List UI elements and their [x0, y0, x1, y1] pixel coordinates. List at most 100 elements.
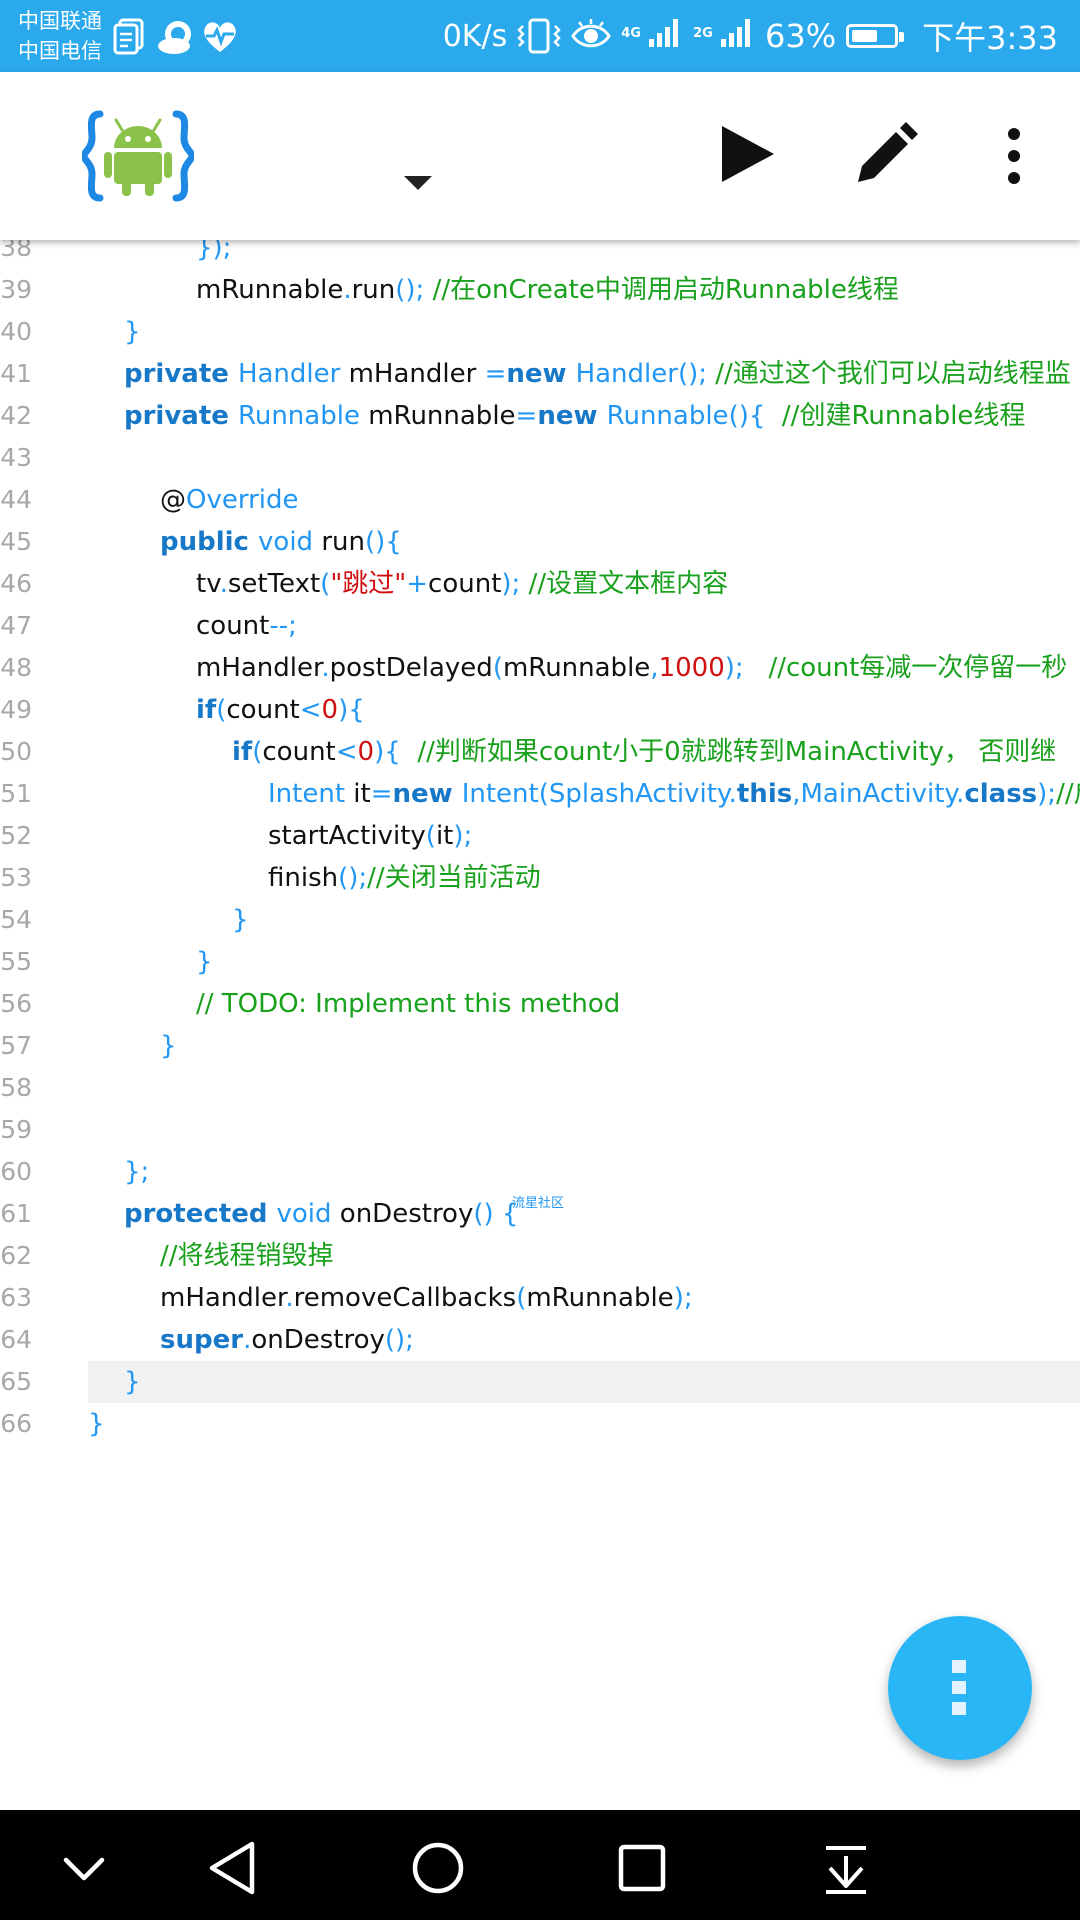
code-line[interactable]: 41 private Handler mHandler =new Handler(…	[0, 353, 1080, 395]
dropdown-triangle-icon[interactable]	[400, 170, 436, 194]
net-type-2: 2G	[693, 26, 713, 41]
code-token: .	[343, 275, 352, 305]
code-token: if	[196, 695, 217, 725]
code-line[interactable]: 66}	[0, 1403, 1080, 1445]
code-token: removeCallbacks	[293, 1283, 517, 1313]
code-token: mHandler	[160, 1283, 286, 1313]
code-token: }	[88, 1409, 105, 1439]
line-code: }	[196, 941, 213, 983]
code-token: Override	[186, 485, 299, 515]
code-line[interactable]: 38});	[0, 240, 1080, 269]
code-token: (	[425, 821, 436, 851]
code-line[interactable]: 52 startActivity(it);	[0, 815, 1080, 857]
code-line[interactable]: 42 private Runnable mRunnable=new Runnabl…	[0, 395, 1080, 437]
chevron-down-icon[interactable]	[54, 1838, 114, 1898]
code-token: =	[370, 779, 393, 809]
line-number: 47	[0, 611, 32, 640]
code-line[interactable]: 47 count--;	[0, 605, 1080, 647]
code-line[interactable]: 46 tv.setText("跳过"+count); //设置文本框内容	[0, 563, 1080, 605]
net-speed: 0K/s	[442, 18, 508, 54]
code-token: //启	[1056, 779, 1080, 809]
home-circle-icon[interactable]	[408, 1838, 468, 1898]
line-number: 46	[0, 569, 32, 598]
back-triangle-icon[interactable]	[204, 1838, 264, 1898]
code-token: it	[435, 821, 454, 851]
code-line[interactable]: 40}	[0, 311, 1080, 353]
code-token: // TODO: Implement this method	[196, 989, 621, 1019]
code-line[interactable]: 57}	[0, 1025, 1080, 1067]
code-token: }	[232, 905, 249, 935]
code-token: mRunnable	[368, 401, 516, 431]
code-token: }	[196, 947, 213, 977]
code-token: "跳过"	[330, 569, 407, 599]
code-token: private	[124, 359, 238, 389]
code-line[interactable]: 58	[0, 1067, 1080, 1109]
code-line[interactable]: 43	[0, 437, 1080, 479]
signal-icon	[649, 19, 679, 47]
notification-pulldown-icon[interactable]	[816, 1838, 876, 1898]
code-line[interactable]: 56 // TODO: Implement this method	[0, 983, 1080, 1025]
line-code: }	[124, 1361, 141, 1403]
carrier-2: 中国电信	[18, 39, 102, 63]
line-code: Intent it=new Intent(SplashActivity.this…	[268, 773, 1080, 815]
document-icon	[113, 18, 144, 55]
android-logo-icon[interactable]	[82, 108, 194, 204]
code-line[interactable]: 48 mHandler.postDelayed(mRunnable,1000); …	[0, 647, 1080, 689]
pencil-icon[interactable]	[852, 122, 918, 188]
code-line[interactable]: 59	[0, 1109, 1080, 1151]
code-line[interactable]: 55}	[0, 941, 1080, 983]
code-token: @	[160, 485, 186, 515]
status-right: 0K/s 4G 2G 63% 下午3:33	[443, 0, 1058, 72]
code-token: private	[124, 401, 238, 431]
code-line[interactable]: 64 super.onDestroy();	[0, 1319, 1080, 1361]
code-token: .	[219, 569, 228, 599]
line-number: 38	[0, 240, 32, 262]
code-line[interactable]: 53 finish();//关闭当前活动	[0, 857, 1080, 899]
code-line[interactable]: 63 mHandler.removeCallbacks(mRunnable);	[0, 1277, 1080, 1319]
play-icon[interactable]	[718, 122, 778, 186]
line-code: }	[160, 1025, 177, 1067]
code-token: postDelayed	[329, 653, 493, 683]
recents-square-icon[interactable]	[612, 1838, 672, 1898]
code-token: .	[728, 779, 737, 809]
code-token: (	[252, 737, 263, 767]
code-line[interactable]: 49 if(count<0){	[0, 689, 1080, 731]
fab-more-button[interactable]	[888, 1616, 1032, 1760]
code-token: //通过这个我们可以启动线程监	[715, 359, 1071, 389]
line-number: 54	[0, 905, 32, 934]
code-token: (){	[728, 401, 782, 431]
line-code: private Runnable mRunnable=new Runnable(…	[124, 395, 1025, 437]
code-token: }	[160, 1031, 177, 1061]
code-token: //创建Runnable线程	[781, 401, 1026, 431]
code-line[interactable]: 50 if(count<0){ //判断如果count小于0就跳转到MainAct…	[0, 731, 1080, 773]
code-line[interactable]: 44 @Override	[0, 479, 1080, 521]
code-line[interactable]: 54}	[0, 899, 1080, 941]
code-line[interactable]: 45 public void run(){	[0, 521, 1080, 563]
code-token: (	[538, 779, 549, 809]
code-token: ){	[374, 737, 418, 767]
vibrate-icon	[517, 18, 561, 54]
code-line[interactable]: 39 mRunnable.run(); //在onCreate中调用启动Runna…	[0, 269, 1080, 311]
code-token: startActivity	[268, 821, 426, 851]
code-token: void	[276, 1199, 340, 1229]
more-vert-icon[interactable]	[996, 126, 1032, 186]
code-token: ,	[650, 653, 659, 683]
code-line[interactable]: 62 //将线程销毁掉	[0, 1235, 1080, 1277]
line-number: 43	[0, 443, 32, 472]
code-token: );	[453, 821, 473, 851]
code-token: if	[232, 737, 253, 767]
watermark: 流星社区	[512, 1196, 565, 1211]
code-token: =	[515, 401, 538, 431]
code-line[interactable]: 51 Intent it=new Intent(SplashActivity.th…	[0, 773, 1080, 815]
code-line[interactable]: 65}	[0, 1361, 1080, 1403]
code-token: protected	[124, 1199, 277, 1229]
line-number: 63	[0, 1283, 32, 1312]
code-line[interactable]: 60};	[0, 1151, 1080, 1193]
code-token: (	[492, 653, 503, 683]
code-token: }	[124, 317, 141, 347]
code-editor[interactable]: 38}); 39 mRunnable.run(); //在onCreate中调用启动…	[0, 240, 1080, 1810]
battery-percent: 63%	[765, 17, 837, 55]
code-token: tv	[196, 569, 220, 599]
line-number: 48	[0, 653, 32, 682]
code-token: new	[506, 359, 576, 389]
